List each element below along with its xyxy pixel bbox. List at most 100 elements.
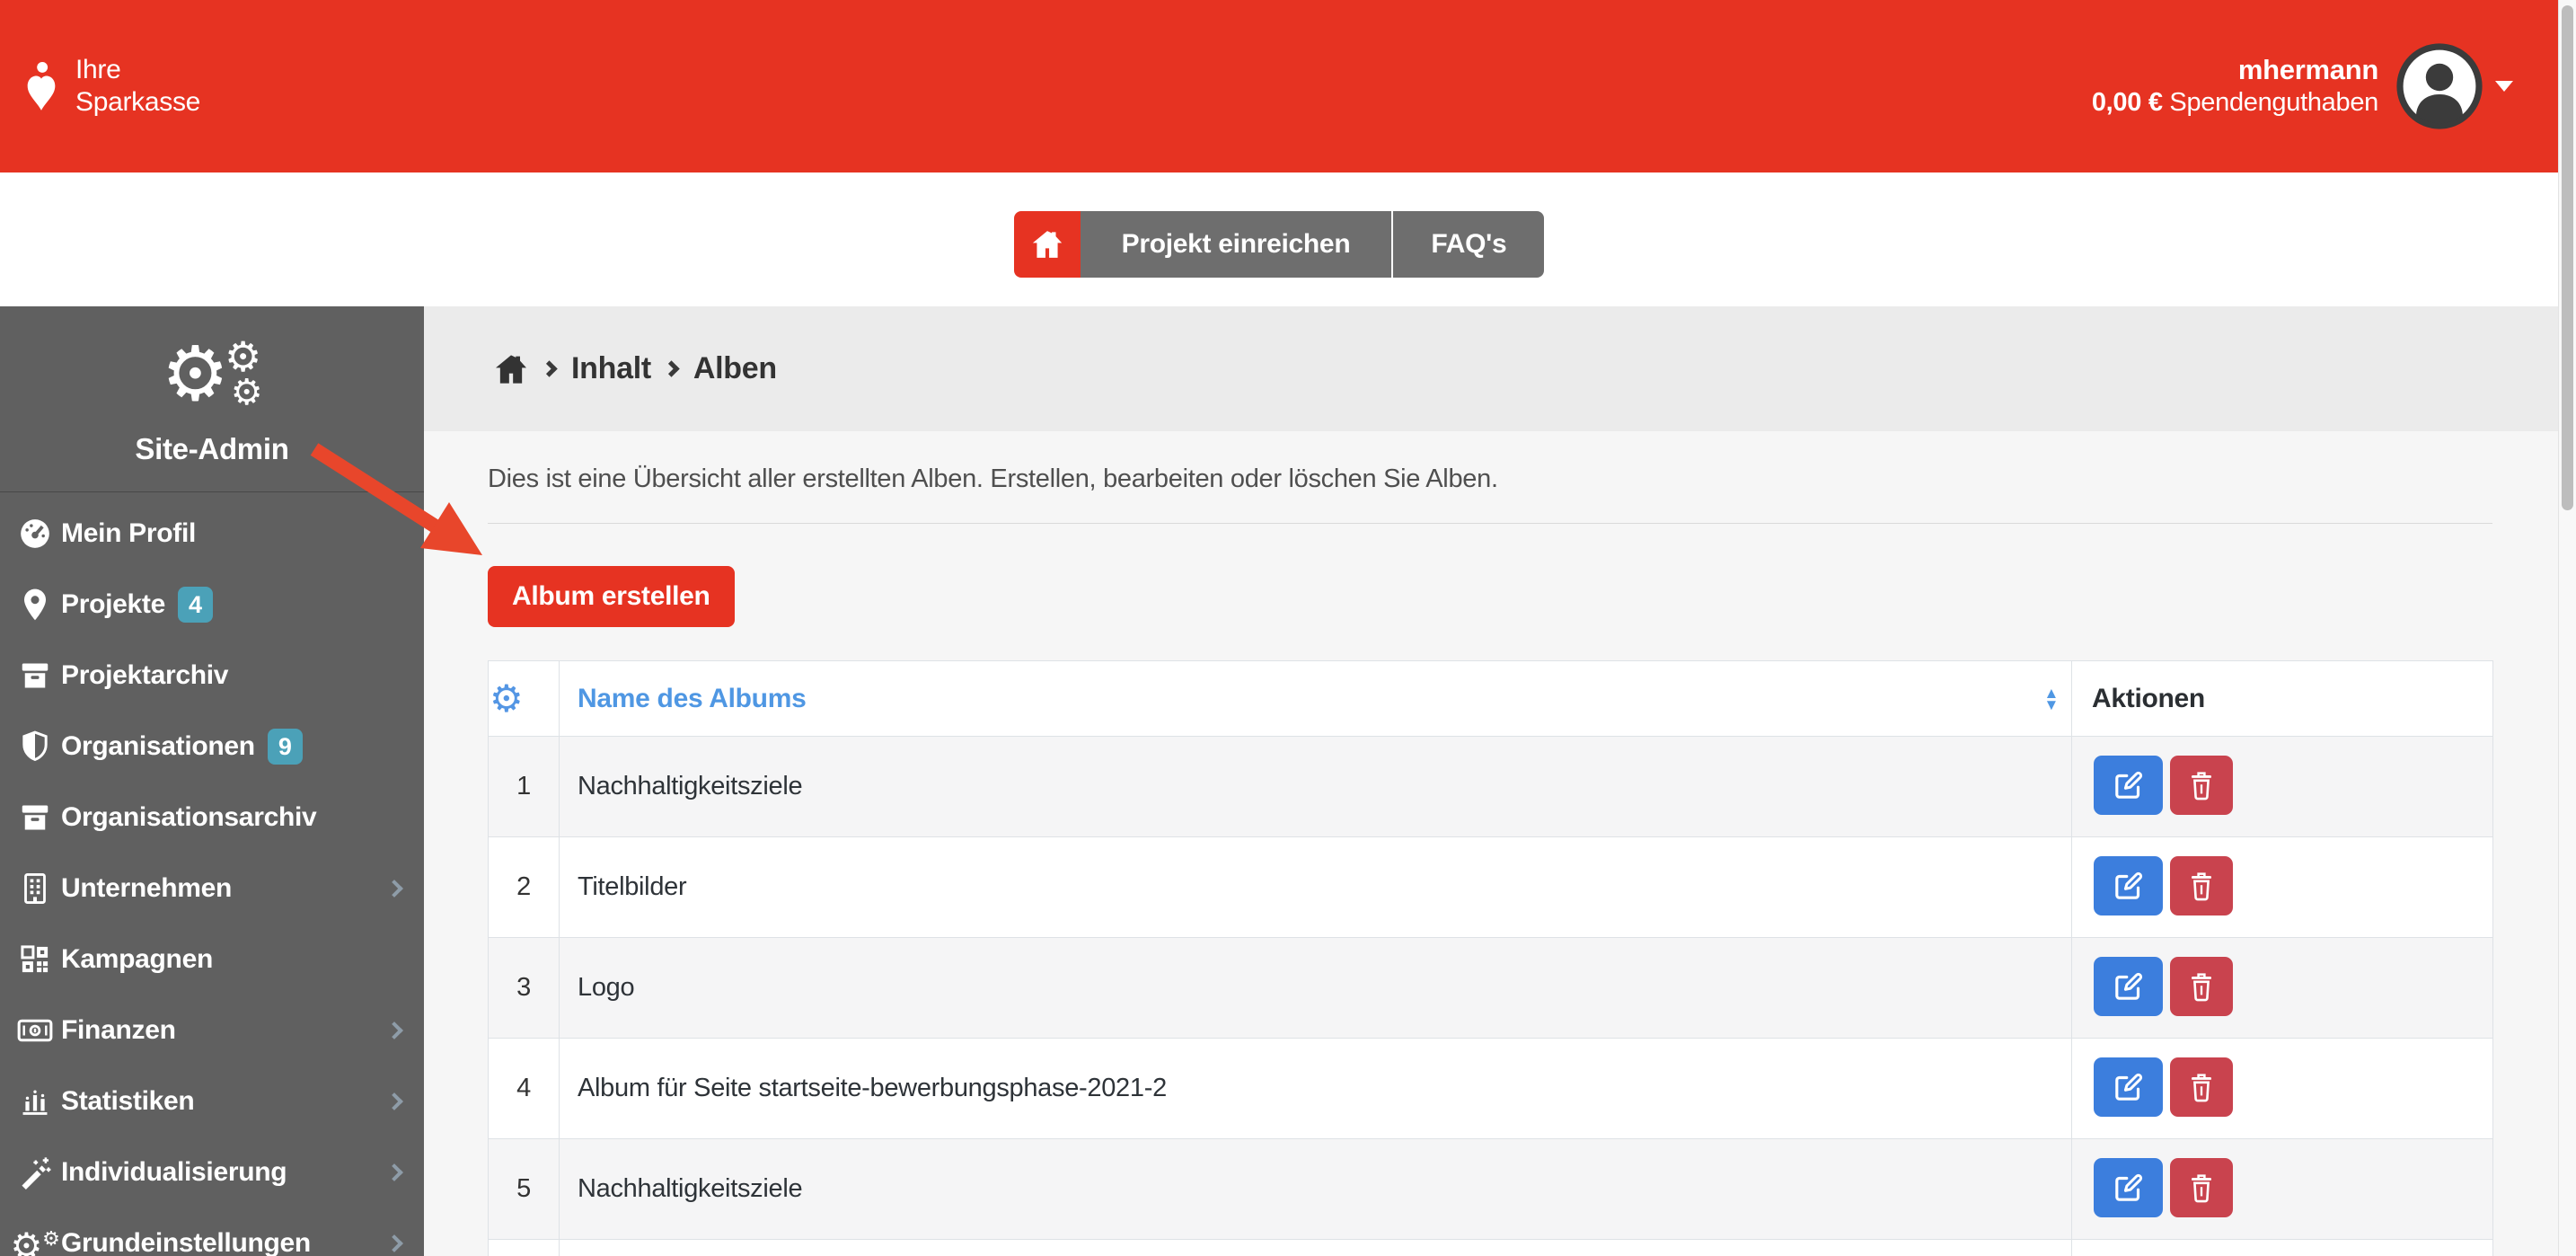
- row-number: 3: [489, 938, 560, 1039]
- sidebar-item-unternehmen[interactable]: Unternehmen: [0, 853, 424, 924]
- row-number: [489, 1240, 560, 1256]
- scrollbar[interactable]: [2558, 0, 2576, 1256]
- settings-column-header[interactable]: ⚙: [489, 661, 560, 737]
- building-icon: [16, 871, 54, 906]
- album-name: Nachhaltigkeitsziele: [560, 1139, 2072, 1240]
- archive-icon: [16, 659, 54, 692]
- shield-icon: [16, 730, 54, 764]
- sparkasse-logo[interactable]: Ihre Sparkasse: [21, 54, 200, 119]
- app-header: Ihre Sparkasse mhermann 0,00 € Spendengu…: [0, 0, 2558, 172]
- sidebar-item-kampagnen[interactable]: Kampagnen: [0, 924, 424, 995]
- site-admin-header: ⚙ ⚙ ⚙ Site-Admin: [0, 306, 424, 492]
- dashboard-icon: [16, 517, 54, 551]
- table-row: 1Nachhaltigkeitsziele: [489, 737, 2493, 837]
- actions-column-header: Aktionen: [2072, 661, 2493, 737]
- divider: [488, 523, 2492, 524]
- home-tab[interactable]: [1014, 211, 1081, 278]
- album-name: Nachhaltigkeitsziele: [560, 737, 2072, 837]
- sidebar-item-label: Projektarchiv: [61, 660, 228, 691]
- home-icon[interactable]: [493, 351, 529, 387]
- tab-faqs[interactable]: FAQ's: [1393, 211, 1544, 278]
- sidebar-item-finanzen[interactable]: Finanzen: [0, 995, 424, 1066]
- album-name: Album für Seite startseite-bewerbungspha…: [560, 1039, 2072, 1139]
- breadcrumb-item-inhalt[interactable]: Inhalt: [571, 351, 651, 386]
- map-marker-icon: [16, 588, 54, 622]
- gears-icon: ⚙⚙: [16, 1221, 54, 1256]
- table-row: 4Album für Seite startseite-bewerbungsph…: [489, 1039, 2493, 1139]
- row-actions: [2072, 1240, 2493, 1256]
- row-actions: [2072, 938, 2493, 1039]
- edit-button[interactable]: [2094, 756, 2163, 815]
- delete-button[interactable]: [2170, 1158, 2233, 1217]
- sidebar-item-label: Individualisierung: [61, 1157, 287, 1188]
- avatar[interactable]: [2396, 43, 2483, 129]
- sidebar-item-organisationen[interactable]: Organisationen 9: [0, 711, 424, 782]
- sidebar-menu: Mein Profil Projekte4 Projektarchiv Organis…: [0, 498, 424, 1256]
- name-column-label[interactable]: Name des Albums: [578, 684, 806, 714]
- row-actions: [2072, 1139, 2493, 1240]
- edit-button[interactable]: [2094, 957, 2163, 1016]
- sidebar-item-label: Organisationsarchiv: [61, 802, 316, 833]
- sort-icon[interactable]: ▲▼: [2043, 687, 2059, 711]
- tab-projekt-einreichen[interactable]: Projekt einreichen: [1081, 211, 1394, 278]
- sidebar-item-label: Grundeinstellungen: [61, 1228, 311, 1256]
- user-menu[interactable]: mhermann 0,00 € Spendenguthaben: [2092, 43, 2513, 129]
- row-number: 4: [489, 1039, 560, 1139]
- gears-icon: ⚙ ⚙ ⚙: [0, 306, 424, 425]
- site-admin-title: Site-Admin: [0, 432, 424, 466]
- name-column-header[interactable]: Name des Albums ▲▼: [560, 661, 2072, 737]
- sidebar-item-organisationsarchiv[interactable]: Organisationsarchiv: [0, 782, 424, 853]
- table-row: 2Titelbilder: [489, 837, 2493, 938]
- home-icon: [1030, 227, 1064, 261]
- chevron-right-icon: [385, 1234, 403, 1252]
- grid-icon: [16, 943, 54, 976]
- magic-wand-icon: [16, 1155, 54, 1190]
- donation-balance: 0,00 € Spendenguthaben: [2092, 86, 2378, 119]
- sidebar-item-label: Mein Profil: [61, 518, 196, 549]
- delete-button[interactable]: [2170, 856, 2233, 915]
- sidebar-item-label: Projekte: [61, 589, 165, 620]
- sidebar-item-grundeinstellungen[interactable]: ⚙⚙Grundeinstellungen: [0, 1207, 424, 1256]
- sidebar-item-individualisierung[interactable]: Individualisierung: [0, 1137, 424, 1207]
- sidebar-item-projektarchiv[interactable]: Projektarchiv: [0, 640, 424, 711]
- delete-button[interactable]: [2170, 1057, 2233, 1117]
- table-row: 3Logo: [489, 938, 2493, 1039]
- sidebar-item-statistiken[interactable]: Statistiken: [0, 1066, 424, 1137]
- banknote-icon: [16, 1016, 54, 1045]
- delete-button[interactable]: [2170, 756, 2233, 815]
- chevron-down-icon[interactable]: [2495, 81, 2513, 92]
- username: mhermann: [2092, 54, 2378, 86]
- count-badge: 9: [268, 729, 303, 765]
- table-row: 5Nachhaltigkeitsziele: [489, 1139, 2493, 1240]
- album-name: Titelbilder: [560, 837, 2072, 938]
- table-row: [489, 1240, 2493, 1256]
- table-body: 1Nachhaltigkeitsziele2Titelbilder3Logo4A…: [489, 737, 2493, 1256]
- edit-button[interactable]: [2094, 1158, 2163, 1217]
- sidebar-item-projekte[interactable]: Projekte4: [0, 569, 424, 640]
- sidebar-item-mein-profil[interactable]: Mein Profil: [0, 498, 424, 569]
- album-name: [560, 1240, 2072, 1256]
- delete-button[interactable]: [2170, 957, 2233, 1016]
- chevron-right-icon: [663, 360, 679, 376]
- sidebar-item-label: Unternehmen: [61, 873, 232, 904]
- scrollbar-thumb[interactable]: [2562, 5, 2573, 510]
- chevron-right-icon: [385, 1022, 403, 1039]
- edit-button[interactable]: [2094, 1057, 2163, 1117]
- top-nav-tabs: Projekt einreichen FAQ's: [1014, 211, 1545, 278]
- row-actions: [2072, 837, 2493, 938]
- top-nav-band: Projekt einreichen FAQ's: [0, 172, 2558, 306]
- row-number: 1: [489, 737, 560, 837]
- sidebar-item-label: Organisationen: [61, 731, 255, 762]
- heart-logo-icon: [21, 58, 62, 114]
- sidebar: ⚙ ⚙ ⚙ Site-Admin Mein ProfilProjekte4Pro…: [0, 306, 424, 1256]
- edit-button[interactable]: [2094, 856, 2163, 915]
- breadcrumb-item-alben: Alben: [693, 351, 777, 386]
- row-actions: [2072, 737, 2493, 837]
- row-actions: [2072, 1039, 2493, 1139]
- main-content: Dies ist eine Übersicht aller erstellten…: [424, 431, 2558, 1256]
- row-number: 5: [489, 1139, 560, 1240]
- create-album-button[interactable]: Album erstellen: [488, 566, 735, 627]
- chevron-right-icon: [385, 1092, 403, 1110]
- logo-text: Ihre Sparkasse: [75, 54, 200, 119]
- page-description: Dies ist eine Übersicht aller erstellten…: [488, 464, 2492, 494]
